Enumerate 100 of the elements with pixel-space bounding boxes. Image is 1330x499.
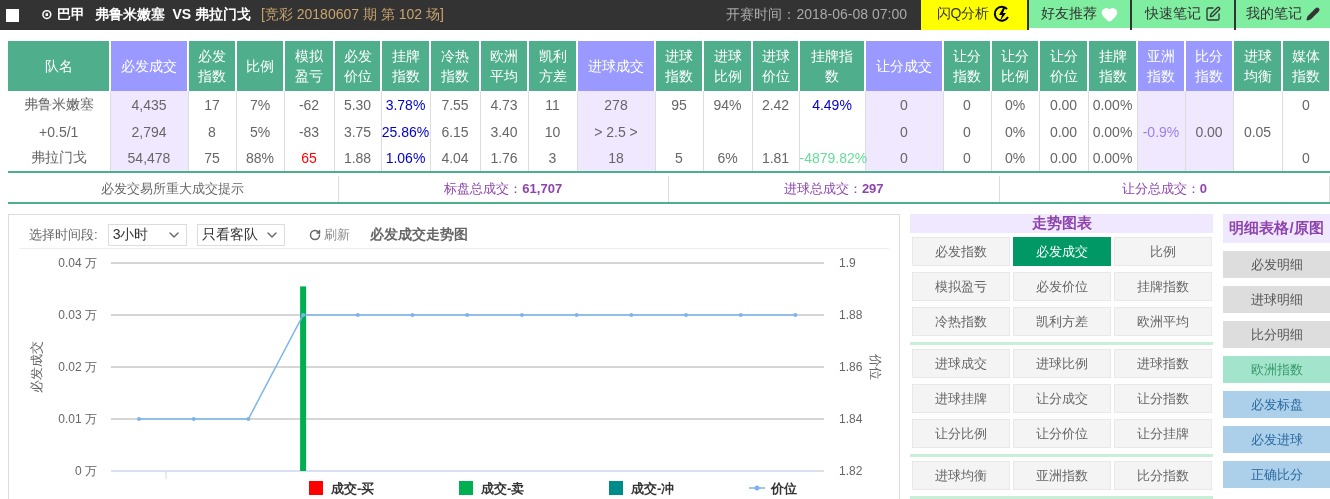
table-cell: 17 (188, 91, 236, 118)
table-cell: 95 (655, 91, 703, 118)
legend-swatch (309, 481, 323, 495)
legend-label[interactable]: 成交-买 (331, 481, 375, 496)
chart-type-button[interactable]: 比分指数 (1114, 461, 1212, 490)
column-header: 挂牌指数 (381, 41, 430, 91)
chart-type-button[interactable]: 必发成交 (1013, 237, 1111, 266)
table-cell: 0.00% (1088, 118, 1137, 145)
table-cell: 0.00 (1185, 118, 1233, 145)
chart-type-button[interactable]: 亚洲指数 (1013, 461, 1111, 490)
column-header: 比例 (236, 41, 284, 91)
chart-type-button[interactable]: 让分成交 (1013, 384, 1111, 413)
table-cell: 0% (991, 91, 1039, 118)
chart-type-button[interactable]: 进球成交 (912, 349, 1010, 378)
column-header: 凯利方差 (528, 41, 577, 91)
chart-type-button[interactable]: 进球指数 (1114, 349, 1212, 378)
column-header: 媒体指数 (1282, 41, 1330, 91)
table-cell: 18 (577, 145, 655, 172)
table-cell: 5 (655, 145, 703, 172)
detail-link-button[interactable]: 比分明细 (1223, 321, 1330, 348)
column-header: 欧洲平均 (480, 41, 528, 91)
axis-title: 必发成交 (29, 341, 44, 393)
match-title: 弗鲁米嫩塞 VS 弗拉门戈 (94, 6, 251, 24)
chart-type-button[interactable]: 凯利方差 (1013, 307, 1111, 336)
table-cell: 4.73 (480, 91, 528, 118)
axis-tick-label: 0.02 万 (58, 360, 97, 374)
chart-point (410, 313, 415, 317)
chart-title: 必发成交走势图 (370, 225, 469, 244)
detail-link-button[interactable]: 必发标盘 (1223, 391, 1330, 418)
detail-link-button[interactable]: 正确比分 (1223, 461, 1330, 488)
chart-type-button[interactable]: 让分指数 (1114, 384, 1212, 413)
table-cell: 0 (1282, 145, 1330, 172)
column-header: 模拟盈亏 (284, 41, 334, 91)
column-header: 比分指数 (1185, 41, 1233, 91)
table-cell: 11 (528, 91, 577, 118)
table-cell: 278 (577, 91, 655, 118)
league-name: ⊙ 巴甲 (41, 6, 85, 24)
period-select[interactable]: 3小时 (107, 223, 188, 246)
chart-type-button[interactable]: 挂牌指数 (1114, 272, 1212, 301)
axis-tick-label: 1.82 (839, 464, 863, 478)
chart-point (246, 417, 251, 421)
axis-tick-label: 1.88 (839, 308, 863, 322)
table-cell: 弗拉门戈 (8, 145, 110, 172)
chart-type-button[interactable]: 让分比例 (912, 419, 1010, 448)
chart-type-button[interactable]: 让分价位 (1013, 419, 1111, 448)
chart-point (355, 313, 360, 317)
table-cell: 7% (236, 91, 284, 118)
table-cell: 6.15 (430, 118, 480, 145)
legend-line-icon (748, 485, 766, 491)
chart-type-button[interactable]: 让分挂牌 (1114, 419, 1212, 448)
legend-label[interactable]: 成交-卖 (481, 481, 525, 496)
chart-type-button[interactable]: 冷热指数 (912, 307, 1010, 336)
table-cell: 4.04 (430, 145, 480, 172)
chart-type-button[interactable]: 必发指数 (912, 237, 1010, 266)
chart-type-button[interactable]: 比例 (1114, 237, 1212, 266)
checkbox[interactable] (6, 8, 19, 22)
chart-point (793, 313, 798, 317)
heart-icon (1101, 5, 1118, 23)
table-cell: -62 (284, 91, 334, 118)
refresh-icon (309, 228, 322, 241)
table-cell: 3.40 (480, 118, 528, 145)
chart-type-button[interactable]: 进球比例 (1013, 349, 1111, 378)
chart-type-button[interactable]: 进球均衡 (912, 461, 1010, 490)
chart-type-button[interactable]: 进球挂牌 (912, 384, 1010, 413)
table-cell: 5.30 (334, 91, 381, 118)
column-header: 让分价位 (1039, 41, 1088, 91)
chart-point (738, 313, 743, 317)
legend-label[interactable]: 成交-冲 (631, 481, 675, 496)
match-issue: [竞彩 20180607 期 第 102 场] (261, 6, 444, 24)
header-tab[interactable]: 我的笔记 (1236, 0, 1330, 30)
chart-point (684, 313, 688, 317)
legend-label[interactable]: 价位 (771, 481, 797, 496)
axis-tick-label: 0 万 (75, 464, 97, 478)
refresh-button[interactable]: 刷新 (309, 225, 351, 244)
header-tab[interactable]: 好友推荐 (1029, 0, 1130, 30)
table-cell: -4879.82% (799, 145, 865, 172)
panel-title: 明细表格/原图 (1223, 214, 1330, 243)
chart-point (465, 313, 470, 317)
detail-link-button[interactable]: 必发进球 (1223, 426, 1330, 453)
table-cell: 0 (865, 118, 943, 145)
column-header: 挂牌指数 (799, 41, 865, 91)
chart-type-button[interactable]: 必发价位 (1013, 272, 1111, 301)
chart-type-button[interactable]: 模拟盈亏 (912, 272, 1010, 301)
team-filter-select[interactable]: 只看客队 (197, 223, 286, 246)
table-cell: 0.00 (1039, 145, 1088, 172)
chart-type-button[interactable]: 欧洲平均 (1114, 307, 1212, 336)
detail-link-button[interactable]: 进球明细 (1223, 286, 1330, 313)
table-cell: 3 (528, 145, 577, 172)
axis-tick-label: 0.03 万 (58, 308, 97, 322)
summary-text: 进球总成交：297 (783, 180, 884, 198)
lightning-circle-icon (993, 5, 1012, 23)
column-header: 必发价位 (334, 41, 381, 91)
table-cell: 1.88 (334, 145, 381, 172)
table-cell: 5% (236, 118, 284, 145)
summary-text: 必发交易所重大成交提示 (101, 180, 245, 198)
table-cell: 88% (236, 145, 284, 172)
table-cell: -83 (284, 118, 334, 145)
detail-link-button[interactable]: 必发明细 (1223, 251, 1330, 278)
header-tab[interactable]: 闪Q分析 (921, 0, 1027, 30)
header-tab[interactable]: 快速笔记 (1132, 0, 1234, 30)
